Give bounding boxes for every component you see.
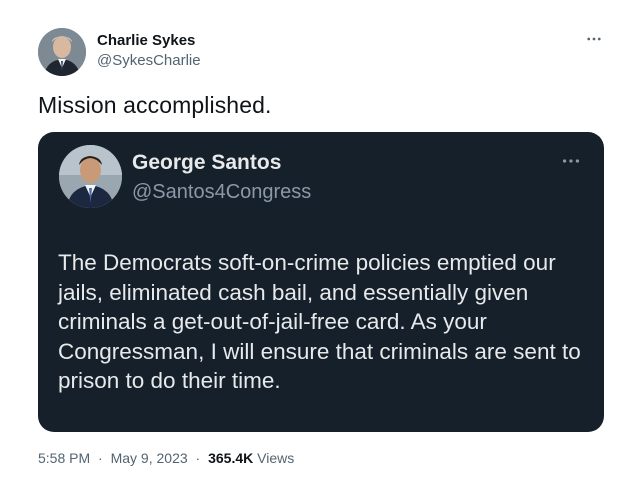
more-horizontal-icon [587,37,601,41]
meta-separator: · [98,450,103,466]
tweet-time[interactable]: 5:58 PM [38,450,90,466]
quoted-author-handle[interactable]: @Santos4Congress [132,179,311,205]
views-label: Views [257,450,295,466]
more-horizontal-icon [562,159,580,163]
author-info: Charlie Sykes @SykesCharlie [97,32,201,70]
author-avatar[interactable] [38,28,86,76]
meta-separator: · [195,450,201,466]
views-count[interactable]: 365.4K [208,450,253,466]
tweet-date[interactable]: May 9, 2023 [111,450,188,466]
quoted-more-options-button[interactable] [558,150,584,172]
quoted-tweet[interactable]: George Santos @Santos4Congress The Democ… [38,132,604,432]
more-options-button[interactable] [583,28,605,50]
quoted-author-name[interactable]: George Santos [132,150,311,176]
avatar-image [59,145,122,208]
avatar-image [38,28,86,76]
tweet-text: Mission accomplished. [38,92,272,118]
tweet-card: Charlie Sykes @SykesCharlie Mission acco… [0,0,631,485]
quoted-tweet-text: The Democrats soft-on-crime policies emp… [58,250,581,394]
tweet-metadata: 5:58 PM · May 9, 2023 · 365.4K Views [38,449,294,467]
author-name[interactable]: Charlie Sykes [97,32,201,50]
quoted-author-info: George Santos @Santos4Congress [132,150,311,205]
author-handle[interactable]: @SykesCharlie [97,52,201,70]
quoted-author-avatar[interactable] [59,145,122,208]
